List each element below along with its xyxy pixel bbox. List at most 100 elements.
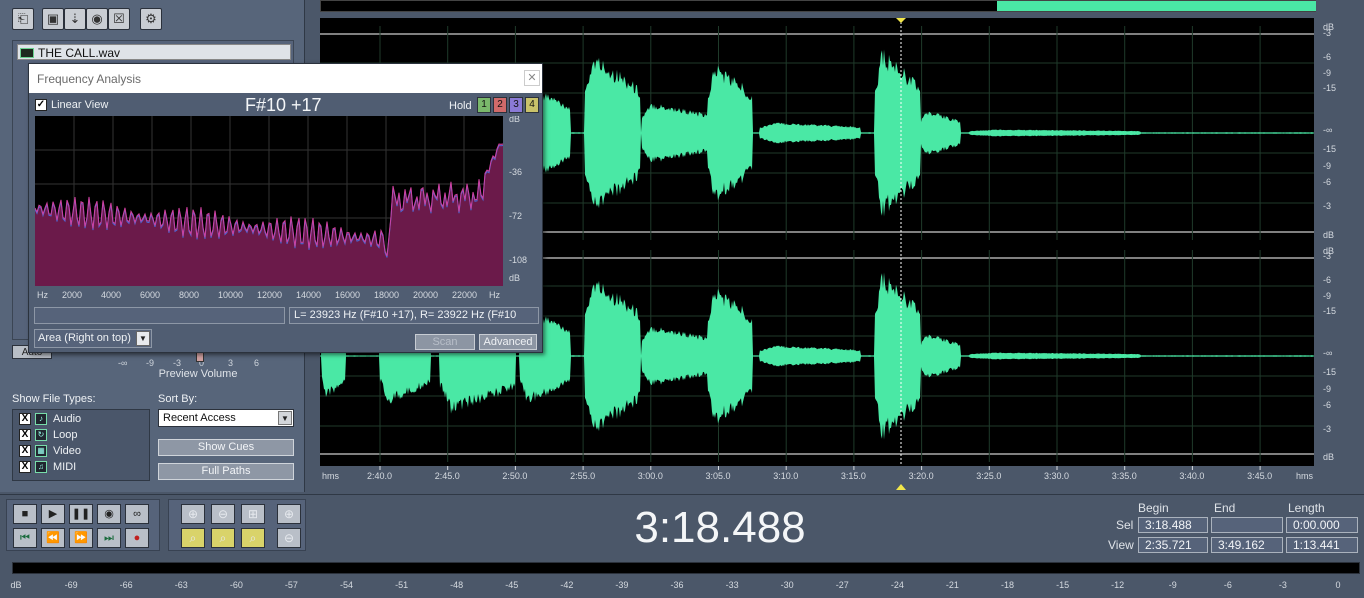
spectrum-db-label: -36 bbox=[509, 167, 522, 177]
cd-icon[interactable]: ◉ bbox=[86, 8, 108, 30]
rewind-icon[interactable]: ⏪ bbox=[41, 528, 65, 548]
db-scale-label: -3 bbox=[1323, 251, 1331, 261]
zoom-left-icon[interactable]: ⌕ bbox=[211, 528, 235, 548]
play-icon[interactable]: ▶ bbox=[41, 504, 65, 524]
db-scale-label: -9 bbox=[1323, 291, 1331, 301]
length-header: Length bbox=[1288, 501, 1325, 515]
hold-button-2[interactable]: 2 bbox=[493, 97, 507, 113]
record-icon[interactable]: ● bbox=[125, 528, 149, 548]
pause-icon[interactable]: ❚❚ bbox=[69, 504, 93, 524]
full-paths-button[interactable]: Full Paths bbox=[158, 463, 294, 480]
sort-by-value: Recent Access bbox=[163, 412, 236, 424]
db-scale-label: -6 bbox=[1323, 52, 1331, 62]
close-file-icon[interactable]: ☒ bbox=[108, 8, 130, 30]
checkbox[interactable]: X bbox=[19, 461, 31, 473]
sel-begin-field[interactable]: 3:18.488 bbox=[1138, 517, 1208, 533]
end-header: End bbox=[1214, 501, 1236, 515]
view-length-field[interactable]: 1:13.441 bbox=[1286, 537, 1358, 553]
spectrum-freq-label: 6000 bbox=[140, 290, 160, 300]
fast-forward-icon[interactable]: ⏩ bbox=[69, 528, 93, 548]
volume-tick: -9 bbox=[146, 358, 155, 368]
level-meter-tick: -39 bbox=[615, 580, 629, 590]
view-mode-select[interactable]: Area (Right on top) ▼ bbox=[34, 329, 152, 348]
level-meter-tick: -9 bbox=[1168, 580, 1177, 590]
open-file-icon[interactable]: ⎗ bbox=[12, 8, 34, 30]
db-scale-label: -15 bbox=[1323, 144, 1336, 154]
hold-label: Hold bbox=[449, 100, 472, 112]
sel-length-field[interactable]: 0:00.000 bbox=[1286, 517, 1358, 533]
file-type-video[interactable]: X ▦ Video bbox=[19, 444, 81, 458]
chevron-down-icon[interactable]: ▼ bbox=[278, 411, 292, 425]
level-meter-tick: -51 bbox=[395, 580, 409, 590]
time-tick-label: 3:15.0 bbox=[841, 471, 866, 481]
close-icon[interactable]: ✕ bbox=[524, 70, 540, 86]
time-tick-label: 3:45.0 bbox=[1247, 471, 1272, 481]
level-meter-bar bbox=[12, 562, 1360, 574]
level-meter-tick: 0 bbox=[1335, 580, 1341, 590]
sel-end-field[interactable] bbox=[1211, 517, 1283, 533]
file-name: THE CALL.wav bbox=[38, 46, 121, 60]
time-tick-label: 3:40.0 bbox=[1179, 471, 1204, 481]
zoom-out-icon[interactable]: ⊖ bbox=[211, 504, 235, 524]
file-type-label: Video bbox=[53, 445, 81, 457]
level-meter-tick: -54 bbox=[339, 580, 354, 590]
view-end-field[interactable]: 3:49.162 bbox=[1211, 537, 1283, 553]
go-to-end-icon[interactable]: ⏭ bbox=[97, 528, 121, 548]
loop-play-icon[interactable]: ∞ bbox=[125, 504, 149, 524]
chevron-down-icon[interactable]: ▼ bbox=[136, 331, 150, 346]
level-meter-tick: -36 bbox=[670, 580, 684, 590]
hold-button-3[interactable]: 3 bbox=[509, 97, 523, 113]
spectrum-freq-label: 12000 bbox=[257, 290, 282, 300]
overview-visible-range[interactable] bbox=[997, 1, 1316, 11]
checkbox[interactable]: X bbox=[19, 413, 31, 425]
zoom-full-icon[interactable]: ⊞ bbox=[241, 504, 265, 524]
note-readout: F#10 +17 bbox=[245, 95, 322, 115]
db-scale-label: -15 bbox=[1323, 306, 1336, 316]
zoom-controls: ⊕ ⊖ ⊞ ⊕ ⌕ ⌕ ⌕ ⊖ bbox=[168, 499, 306, 551]
hold-button-4[interactable]: 4 bbox=[525, 97, 539, 113]
zoom-out-vertical-icon[interactable]: ⊖ bbox=[277, 528, 301, 548]
zoom-in-icon[interactable]: ⊕ bbox=[181, 504, 205, 524]
db-scale-label: -6 bbox=[1323, 177, 1331, 187]
view-label: View bbox=[1108, 538, 1134, 552]
file-type-audio[interactable]: X ♪ Audio bbox=[19, 412, 81, 426]
db-scale-label: -3 bbox=[1323, 424, 1331, 434]
play-to-end-icon[interactable]: ◉ bbox=[97, 504, 121, 524]
import-icon[interactable]: ⇣ bbox=[64, 8, 86, 30]
zoom-right-icon[interactable]: ⌕ bbox=[241, 528, 265, 548]
stop-icon[interactable]: ■ bbox=[13, 504, 37, 524]
spectrum-freq-label: Hz bbox=[489, 290, 500, 300]
go-to-start-icon[interactable]: ⏮ bbox=[13, 528, 37, 548]
zoom-to-selection-icon[interactable]: ⌕ bbox=[181, 528, 205, 548]
show-cues-button[interactable]: Show Cues bbox=[158, 439, 294, 456]
checkbox[interactable]: X bbox=[19, 429, 31, 441]
file-type-midi[interactable]: X ♫ MIDI bbox=[19, 460, 76, 474]
current-time-display: 3:18.488 bbox=[634, 503, 806, 552]
midi-icon: ♫ bbox=[35, 461, 47, 473]
level-meter-tick: -3 bbox=[1278, 580, 1287, 590]
settings-icon[interactable]: ⚙ bbox=[140, 8, 162, 30]
db-scale-label: -∞ bbox=[1323, 125, 1332, 135]
checkbox[interactable]: X bbox=[19, 445, 31, 457]
spectrum-graph[interactable]: dB -36 -72 -108 dB Hz 2000 4000 6000 8000 10000 120… bbox=[35, 116, 539, 302]
time-tick-label: 3:00.0 bbox=[638, 471, 663, 481]
spectrum-freq-label: 18000 bbox=[374, 290, 399, 300]
folder-icon[interactable]: ▣ bbox=[42, 8, 64, 30]
linear-view-checkbox[interactable]: ✓ bbox=[35, 99, 47, 111]
spectrum-freq-label: Hz bbox=[37, 290, 48, 300]
spectrum-db-label: -72 bbox=[509, 211, 522, 221]
view-begin-field[interactable]: 2:35.721 bbox=[1138, 537, 1208, 553]
file-type-label: Audio bbox=[53, 413, 82, 425]
zoom-in-vertical-icon[interactable]: ⊕ bbox=[277, 504, 301, 524]
organizer-toolbar: ⎗ ▣ ⇣ ◉ ☒ ⚙ bbox=[8, 8, 168, 34]
file-type-label: MIDI bbox=[53, 461, 77, 473]
hold-button-1[interactable]: 1 bbox=[477, 97, 491, 113]
frequency-info-field bbox=[34, 307, 285, 324]
scan-button[interactable]: Scan bbox=[415, 334, 475, 350]
time-tick-label: 2:40.0 bbox=[367, 471, 392, 481]
file-type-loop[interactable]: X ↻ Loop bbox=[19, 428, 77, 442]
file-item[interactable]: THE CALL.wav bbox=[17, 44, 291, 60]
db-scale-label: -9 bbox=[1323, 161, 1331, 171]
advanced-button[interactable]: Advanced bbox=[479, 334, 537, 350]
sort-by-select[interactable]: Recent Access ▼ bbox=[158, 409, 294, 427]
